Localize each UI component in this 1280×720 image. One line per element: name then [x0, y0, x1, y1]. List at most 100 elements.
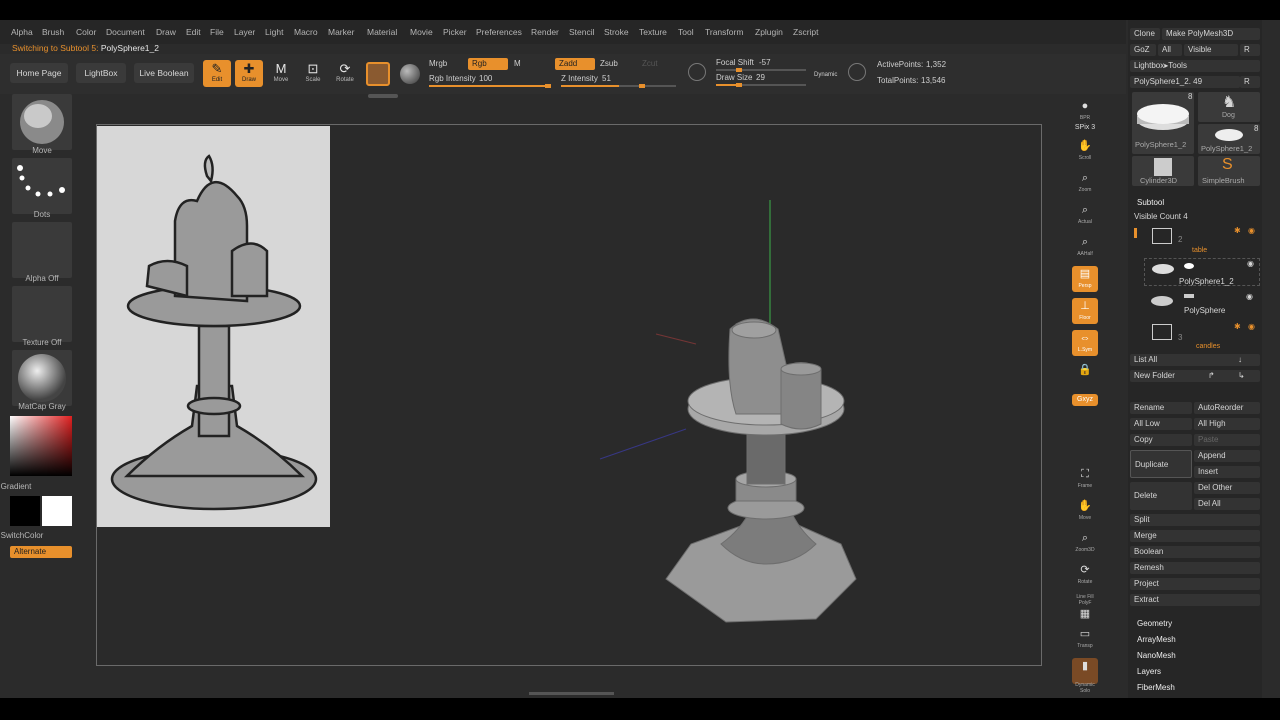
bottom-tray-handle[interactable] — [529, 692, 614, 695]
goz-all-button[interactable]: All — [1158, 44, 1182, 56]
arraymesh-section[interactable]: ArrayMesh — [1137, 635, 1176, 644]
zoom-button[interactable]: ⌕ Zoom — [1072, 170, 1098, 196]
local-symmetry-button[interactable]: ⇔ L.Sym — [1072, 330, 1098, 356]
menu-zplugin[interactable]: Zplugin — [755, 27, 783, 37]
frame-button[interactable]: ⛶ Frame — [1072, 466, 1098, 492]
floor-button[interactable]: ⊥ Floor — [1072, 298, 1098, 324]
split-button[interactable]: Split — [1130, 514, 1260, 526]
goz-button[interactable]: GoZ — [1130, 44, 1156, 56]
tool-thumb-polysphere[interactable]: 8 PolySphere1_2 — [1132, 92, 1194, 154]
zadd-button[interactable]: Zadd — [555, 58, 595, 70]
eye-icon[interactable]: ◉ — [1248, 322, 1255, 331]
lock-button[interactable]: 🔒 — [1072, 362, 1098, 384]
bpr-button[interactable]: ● BPR — [1072, 98, 1098, 124]
menu-stencil[interactable]: Stencil — [569, 27, 595, 37]
zcut-button[interactable]: Zcut — [642, 59, 658, 68]
move-view-button[interactable]: ✋ Move — [1072, 498, 1098, 524]
main-color-swatch[interactable] — [42, 496, 72, 526]
rotate-mode-button[interactable]: ⟳ Rotate — [331, 60, 359, 87]
draw-mode-button[interactable]: ✚ Draw — [235, 60, 263, 87]
delete-button[interactable]: Delete — [1130, 482, 1192, 510]
eye-icon[interactable]: ◉ — [1248, 226, 1255, 235]
subtool-row-table[interactable]: 2 table ✱ ◉ — [1134, 226, 1260, 254]
gear-icon[interactable]: ✱ — [1234, 322, 1241, 331]
gear-icon[interactable]: ✱ — [1234, 226, 1241, 235]
scale-mode-button[interactable]: ⊡ Scale — [299, 60, 327, 87]
menu-stroke[interactable]: Stroke — [604, 27, 629, 37]
menu-picker[interactable]: Picker — [443, 27, 467, 37]
extract-button[interactable]: Extract — [1130, 594, 1260, 606]
menu-draw[interactable]: Draw — [156, 27, 176, 37]
subtool-row-polysphere[interactable]: PolySphere ◉ — [1144, 292, 1260, 316]
geometry-section[interactable]: Geometry — [1137, 619, 1172, 628]
solo-button[interactable]: Dynamic Solo — [1072, 682, 1098, 698]
append-button[interactable]: Append — [1194, 450, 1260, 462]
current-tool-slider[interactable]: PolySphere1_2. 49 — [1130, 76, 1240, 88]
menu-marker[interactable]: Marker — [328, 27, 354, 37]
del-other-button[interactable]: Del Other — [1194, 482, 1260, 494]
move-mode-button[interactable]: M Move — [267, 60, 295, 87]
auto-reorder-button[interactable]: AutoReorder — [1194, 402, 1260, 414]
insert-button[interactable]: Insert — [1194, 466, 1260, 478]
home-page-button[interactable]: Home Page — [10, 63, 68, 83]
stroke-d-icon[interactable] — [848, 63, 866, 81]
merge-button[interactable]: Merge — [1130, 530, 1260, 542]
project-button[interactable]: Project — [1130, 578, 1260, 590]
dynamic-toggle[interactable]: Dynamic — [814, 72, 837, 78]
layers-section[interactable]: Layers — [1137, 667, 1161, 676]
del-all-button[interactable]: Del All — [1194, 498, 1260, 510]
matcap-sphere-icon[interactable] — [400, 64, 420, 84]
actual-button[interactable]: ⌕ Actual — [1072, 202, 1098, 228]
draw-size-slider[interactable] — [716, 83, 806, 87]
move-down-icon[interactable]: ↳ — [1238, 371, 1245, 380]
material-swatch[interactable] — [366, 62, 390, 86]
menu-file[interactable]: File — [210, 27, 224, 37]
nanomesh-section[interactable]: NanoMesh — [1137, 651, 1176, 660]
gxyz-button[interactable]: Gxyz — [1072, 394, 1098, 406]
subtool-header[interactable]: Subtool — [1137, 198, 1164, 207]
live-boolean-button[interactable]: Live Boolean — [134, 63, 194, 83]
menu-macro[interactable]: Macro — [294, 27, 318, 37]
tool-thumb-dog[interactable]: ♞ Dog — [1198, 92, 1260, 122]
transp-button[interactable]: ▭ Transp — [1072, 626, 1098, 652]
clone-button[interactable]: Clone — [1130, 28, 1160, 40]
menu-zscript[interactable]: Zscript — [793, 27, 819, 37]
menu-texture[interactable]: Texture — [639, 27, 667, 37]
tool-thumb-cylinder[interactable]: Cylinder3D — [1132, 156, 1194, 186]
menu-material[interactable]: Material — [367, 27, 397, 37]
eye-icon[interactable]: ◉ — [1246, 292, 1253, 301]
brush-picker[interactable] — [12, 94, 72, 150]
visible-count-slider[interactable]: Visible Count 4 — [1134, 212, 1188, 221]
menu-alpha[interactable]: Alpha — [11, 27, 33, 37]
menu-color[interactable]: Color — [76, 27, 96, 37]
m-button[interactable]: M — [514, 59, 521, 68]
copy-button[interactable]: Copy — [1130, 434, 1192, 446]
goz-visible-button[interactable]: Visible — [1184, 44, 1238, 56]
stroke-s-icon[interactable] — [688, 63, 706, 81]
focal-shift-slider[interactable] — [716, 68, 806, 72]
alternate-button[interactable]: Alternate — [10, 546, 72, 558]
menu-tool[interactable]: Tool — [678, 27, 694, 37]
remesh-button[interactable]: Remesh — [1130, 562, 1260, 574]
texture-picker[interactable] — [12, 286, 72, 342]
lightbox-button[interactable]: LightBox — [76, 63, 126, 83]
subtool-row-polysphere1-2[interactable]: PolySphere1_2 ◉ — [1144, 258, 1260, 286]
color-picker[interactable] — [10, 416, 72, 476]
paste-button[interactable]: Paste — [1194, 434, 1260, 446]
boolean-button[interactable]: Boolean — [1130, 546, 1260, 558]
zsub-button[interactable]: Zsub — [600, 59, 618, 68]
menu-layer[interactable]: Layer — [234, 27, 255, 37]
fibermesh-section[interactable]: FiberMesh — [1137, 683, 1175, 692]
all-low-button[interactable]: All Low — [1130, 418, 1192, 430]
alpha-picker[interactable] — [12, 222, 72, 278]
shelf-scroll-handle[interactable] — [368, 94, 398, 98]
menu-brush[interactable]: Brush — [42, 27, 64, 37]
tool-r-button[interactable]: R — [1240, 76, 1260, 88]
stroke-picker[interactable] — [12, 158, 72, 214]
rgb-button[interactable]: Rgb — [468, 58, 508, 70]
eye-icon[interactable]: ◉ — [1247, 259, 1254, 268]
spix-slider[interactable]: SPix 3 — [1072, 124, 1098, 134]
aahalf-button[interactable]: ⌕ AAHalf — [1072, 234, 1098, 260]
all-high-button[interactable]: All High — [1194, 418, 1260, 430]
menu-document[interactable]: Document — [106, 27, 145, 37]
